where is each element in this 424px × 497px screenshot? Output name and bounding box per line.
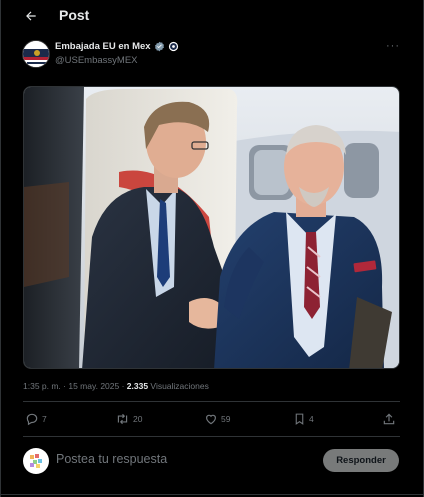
repost-icon [117, 413, 128, 425]
views-count: 2.335 [126, 381, 149, 391]
share-icon [383, 413, 395, 425]
author-avatar[interactable] [22, 40, 50, 68]
more-options-icon[interactable]: ··· [386, 40, 400, 52]
bookmark-button[interactable]: 4 [293, 412, 314, 426]
action-bar: 7 20 59 4 [23, 410, 400, 432]
reply-count: 7 [42, 414, 47, 424]
reply-button[interactable]: 7 [25, 412, 47, 426]
page-title: Post [59, 7, 90, 23]
like-button[interactable]: 59 [204, 412, 230, 426]
post-meta: 1:35 p. m. · 15 may. 2025 · 2.335 Visual… [23, 381, 209, 391]
top-bar: Post [1, 0, 424, 32]
author-name[interactable]: Embajada EU en Mex [55, 41, 151, 52]
government-affiliation-icon [168, 41, 178, 52]
repost-count: 20 [133, 414, 143, 424]
post-view: Post Embajada EU en Mex @USEmbassyMEX ··… [0, 0, 424, 497]
views-label: Visualizaciones [148, 381, 209, 391]
reply-icon [26, 413, 38, 426]
author-line: Embajada EU en Mex [55, 41, 179, 52]
post-timestamp[interactable]: 1:35 p. m. · 15 may. 2025 · [23, 381, 127, 391]
like-count: 59 [221, 414, 231, 424]
heart-icon [206, 414, 216, 425]
post-photo[interactable] [23, 86, 400, 369]
back-arrow-icon [26, 11, 36, 21]
repost-button[interactable]: 20 [115, 412, 142, 426]
author-handle[interactable]: @USEmbassyMEX [55, 55, 138, 66]
bookmark-count: 4 [309, 414, 314, 424]
divider-top [23, 401, 400, 402]
user-avatar[interactable] [23, 448, 49, 474]
default-avatar-icon [30, 454, 42, 468]
bookmark-icon [295, 413, 304, 425]
verified-badge-icon [154, 41, 164, 52]
share-button[interactable] [382, 412, 396, 426]
reply-input[interactable]: Postea tu respuesta [56, 452, 167, 466]
reply-submit-button[interactable]: Responder [323, 449, 399, 472]
divider-bottom [23, 436, 400, 437]
back-button[interactable] [21, 6, 41, 26]
photo-illustration [24, 87, 399, 368]
embassy-seal-icon [23, 41, 49, 67]
